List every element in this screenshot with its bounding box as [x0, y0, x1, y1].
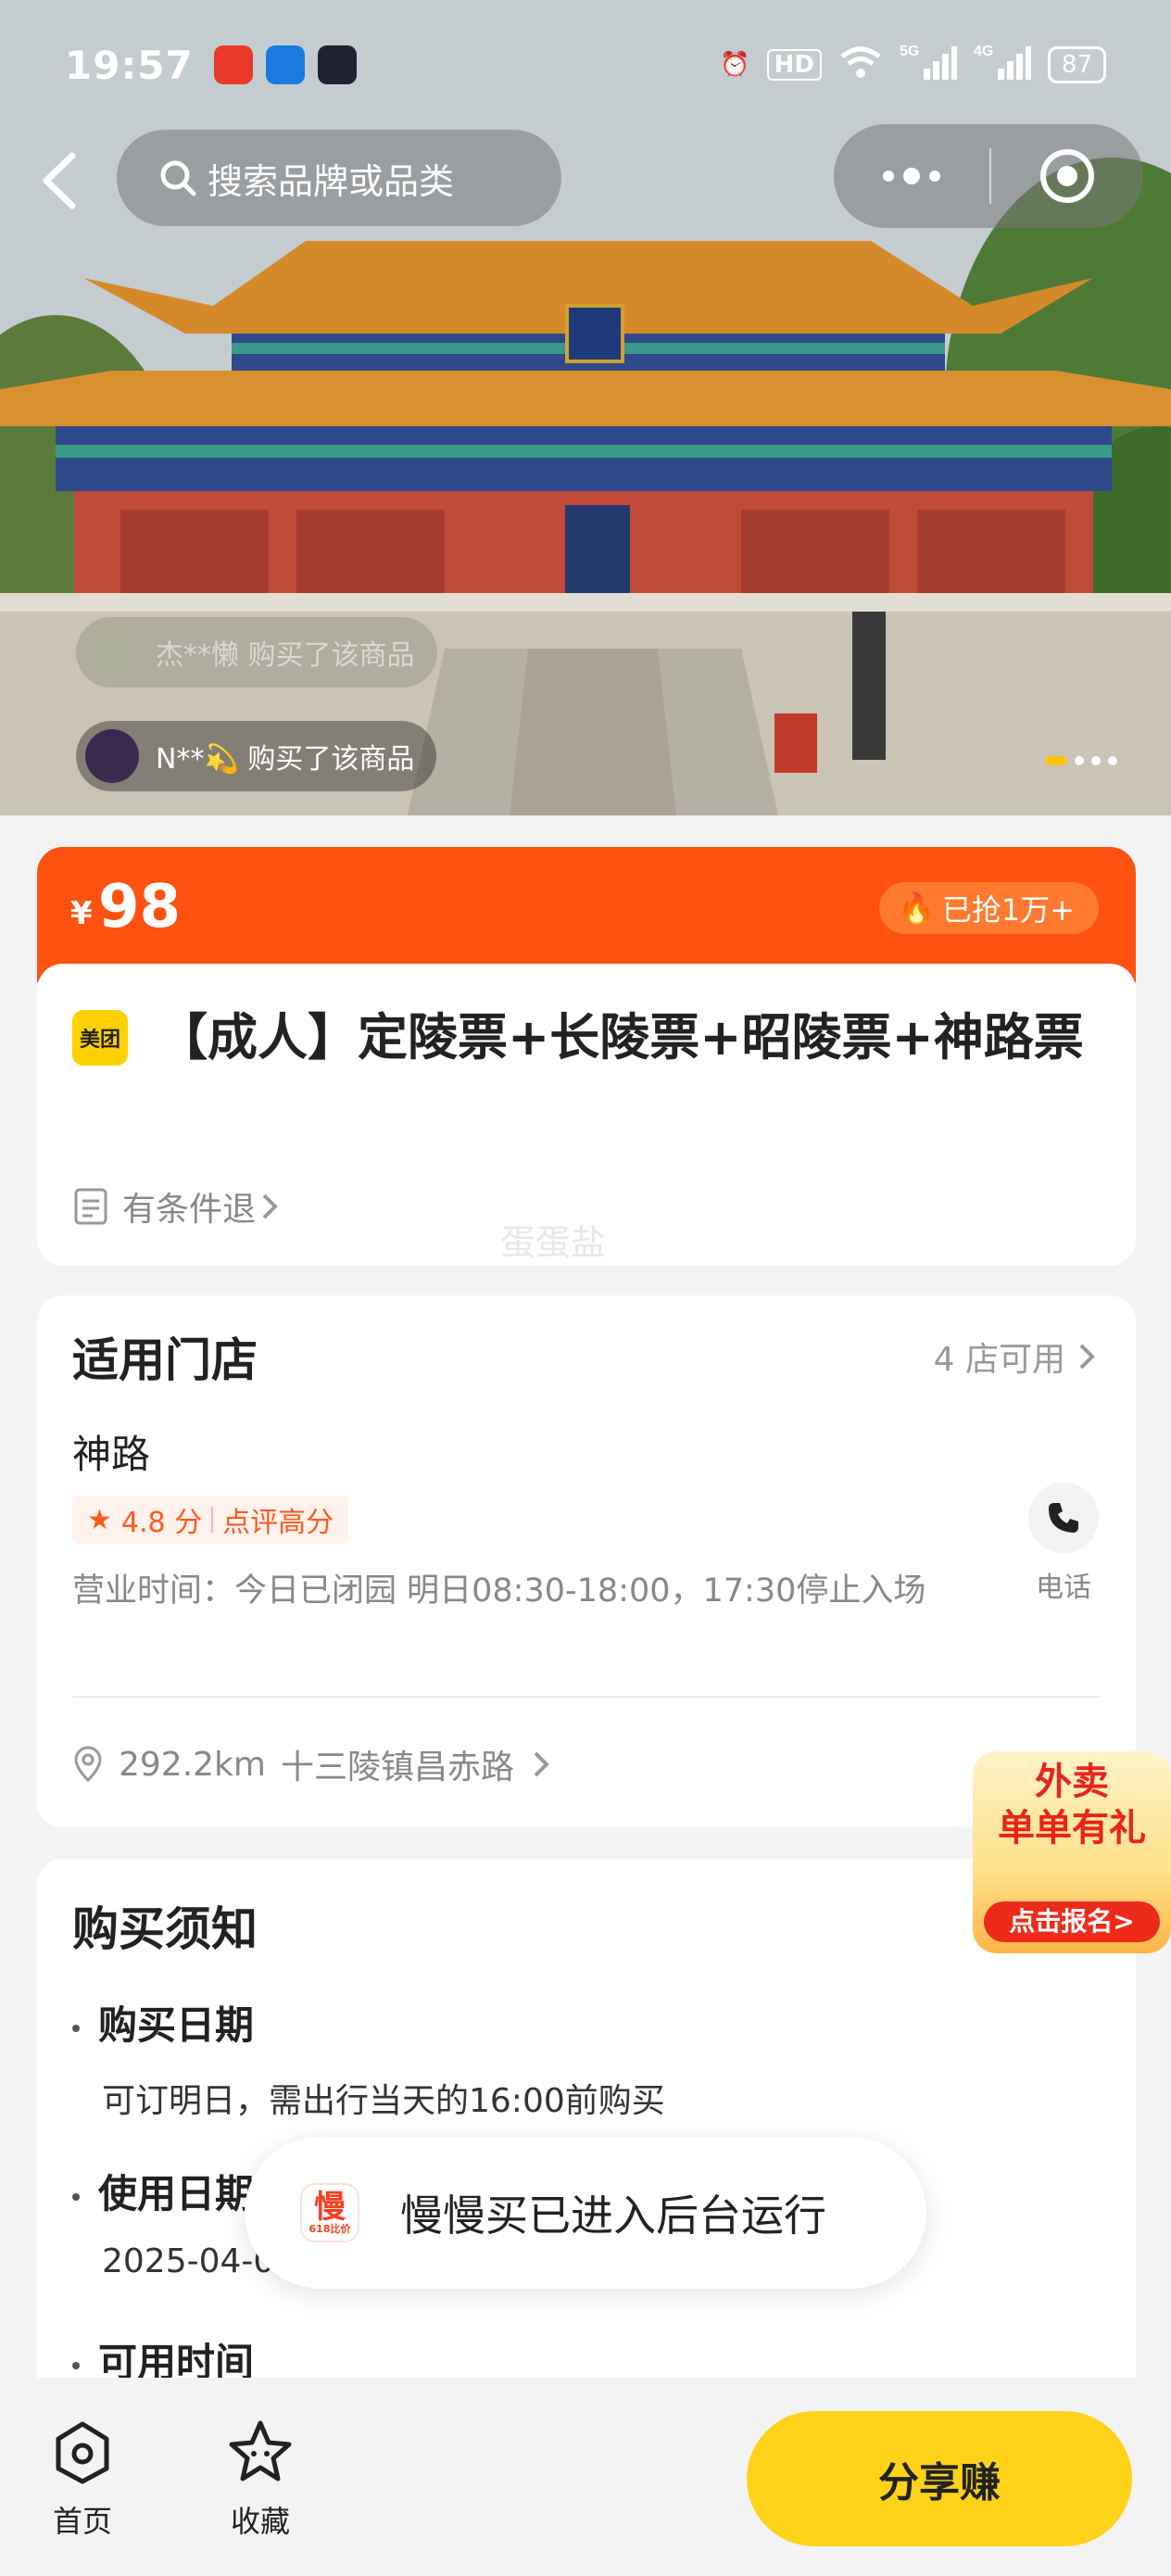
star-face-icon	[229, 2420, 292, 2481]
background-toast: 慢 618比价 慢慢买已进入后台运行	[245, 2137, 926, 2289]
document-icon	[74, 1188, 107, 1225]
hd-icon: HD	[766, 49, 822, 81]
sold-badge: 🔥 已抢1万+	[878, 882, 1099, 934]
nav-home-label: 首页	[52, 2504, 112, 2539]
signal-5g-icon: 5G	[900, 43, 957, 88]
bottom-bar: 首页 收藏 分享赚	[0, 2378, 1171, 2576]
status-time: 19:57	[65, 42, 194, 88]
rating-badge: ★ 4.8 分 点评高分	[72, 1496, 349, 1544]
weibo-app-icon	[213, 45, 253, 84]
bullet	[72, 2361, 80, 2369]
image-pager	[1045, 756, 1117, 765]
avatar	[85, 625, 139, 679]
purchase-notice-card: 购买须知 购买日期 可订明日，需出行当天的16:00前购买 使用日期 2025-…	[37, 1859, 1136, 2385]
divider	[72, 1696, 1101, 1698]
logo-sub: 618比价	[308, 2223, 351, 2235]
pager-dot-active	[1045, 756, 1067, 765]
toast-message: 慢慢买已进入后台运行	[400, 2191, 826, 2241]
signal-4g-icon: 4G	[974, 43, 1031, 88]
wifi-icon	[838, 44, 883, 87]
more-icon	[883, 168, 940, 184]
search-bar[interactable]: 搜索品牌或品类	[117, 130, 561, 226]
promo-line2: 单单有礼	[998, 1807, 1146, 1850]
notice-item-label: 购买日期	[72, 1994, 254, 2051]
chevron-right-icon	[1079, 1344, 1095, 1370]
notice-item-label: 使用日期	[72, 2163, 254, 2219]
nav-favorite-label: 收藏	[230, 2504, 290, 2539]
share-earn-button[interactable]: 分享赚	[747, 2411, 1132, 2546]
bullet	[72, 2024, 80, 2032]
refund-text: 有条件退	[122, 1191, 257, 1229]
buyer-text: 杰**懒 购买了该商品	[156, 639, 415, 672]
chevron-right-icon	[262, 1193, 278, 1219]
notice-item-value: 可订明日，需出行当天的16:00前购买	[102, 2082, 665, 2120]
store-address: 十三陵镇昌赤路	[280, 1749, 514, 1787]
svg-text:4G: 4G	[974, 44, 993, 59]
notice-label: 使用日期	[98, 2171, 255, 2216]
battery-indicator: 87	[1047, 46, 1106, 83]
refund-policy-link[interactable]: 有条件退	[72, 1182, 283, 1231]
takeout-promo-banner[interactable]: 外卖 单单有礼 点击报名>	[973, 1751, 1171, 1953]
rating-tag: 点评高分	[222, 1507, 334, 1539]
product-title: 【成人】定陵票+长陵票+昭陵票+神路票	[157, 1008, 1084, 1067]
notice-label: 购买日期	[98, 2002, 255, 2048]
pager-dot	[1075, 756, 1084, 765]
target-icon	[1040, 149, 1094, 203]
store-distance: 292.2km	[119, 1745, 266, 1784]
avatar	[85, 729, 139, 783]
more-button[interactable]	[834, 168, 989, 184]
promo-line1: 外卖	[1035, 1761, 1109, 1803]
back-button[interactable]	[35, 148, 91, 213]
price-value: 98	[98, 873, 182, 941]
fire-icon: 🔥	[897, 890, 935, 926]
buyer-ticker: N**💫 购买了该商品	[76, 721, 437, 791]
rating-score: 4.8 分	[120, 1507, 203, 1539]
price-bar: ¥ 98 🔥 已抢1万+	[37, 847, 1136, 982]
promo-signup-button[interactable]: 点击报名>	[984, 1901, 1160, 1942]
call-button[interactable]: 电话	[1028, 1483, 1099, 1605]
alarm-icon: ⏰	[720, 51, 750, 79]
pager-dot	[1108, 756, 1117, 765]
store-count: 4 店可用	[933, 1341, 1065, 1379]
rating-divider	[211, 1507, 214, 1533]
pager-dot	[1091, 756, 1101, 765]
bullet	[72, 2192, 80, 2201]
store-name[interactable]: 神路	[72, 1423, 150, 1480]
chevron-left-icon	[43, 152, 76, 209]
mail-app-icon	[317, 45, 357, 84]
watermark: 蛋蛋盐	[500, 1222, 607, 1263]
notice-item-value: 2025-04-0	[102, 2242, 275, 2280]
call-label: 电话	[1036, 1572, 1091, 1604]
star-icon: ★	[87, 1503, 112, 1536]
location-pin-icon	[74, 1746, 102, 1783]
feishu-app-icon	[265, 45, 305, 84]
home-icon	[56, 2421, 109, 2484]
search-icon	[160, 160, 196, 196]
sold-text: 已抢1万+	[941, 892, 1075, 928]
logo-glyph: 慢	[314, 2189, 346, 2226]
nav-home[interactable]: 首页	[31, 2418, 133, 2541]
status-bar: 19:57 ⏰ HD 5G 4G 87	[0, 0, 1171, 130]
manmanmai-logo: 慢 618比价	[300, 2183, 359, 2242]
miniprogram-capsule	[834, 124, 1143, 228]
notice-title: 购买须知	[72, 1902, 258, 1956]
all-stores-link[interactable]: 4 店可用	[934, 1332, 1099, 1381]
store-section-title: 适用门店	[72, 1333, 258, 1387]
search-placeholder: 搜索品牌或品类	[208, 160, 455, 202]
phone-icon	[1028, 1483, 1099, 1553]
currency-symbol: ¥	[70, 895, 93, 932]
store-hours: 营业时间：今日已闭园 明日08:30-18:00，17:30停止入场	[72, 1572, 926, 1610]
buyer-ticker-faded: 杰**懒 购买了该商品	[76, 617, 437, 688]
store-address-link[interactable]: 292.2km 十三陵镇昌赤路	[72, 1740, 553, 1788]
buyer-text: N**💫 购买了该商品	[156, 743, 415, 776]
close-miniprogram-button[interactable]	[991, 147, 1143, 205]
store-card: 适用门店 4 店可用 神路 ★ 4.8 分 点评高分 营业时间：今日已闭园 明日…	[37, 1295, 1136, 1827]
chevron-right-icon	[534, 1751, 549, 1777]
nav-favorite[interactable]: 收藏	[209, 2418, 311, 2541]
svg-text:5G: 5G	[900, 44, 919, 59]
